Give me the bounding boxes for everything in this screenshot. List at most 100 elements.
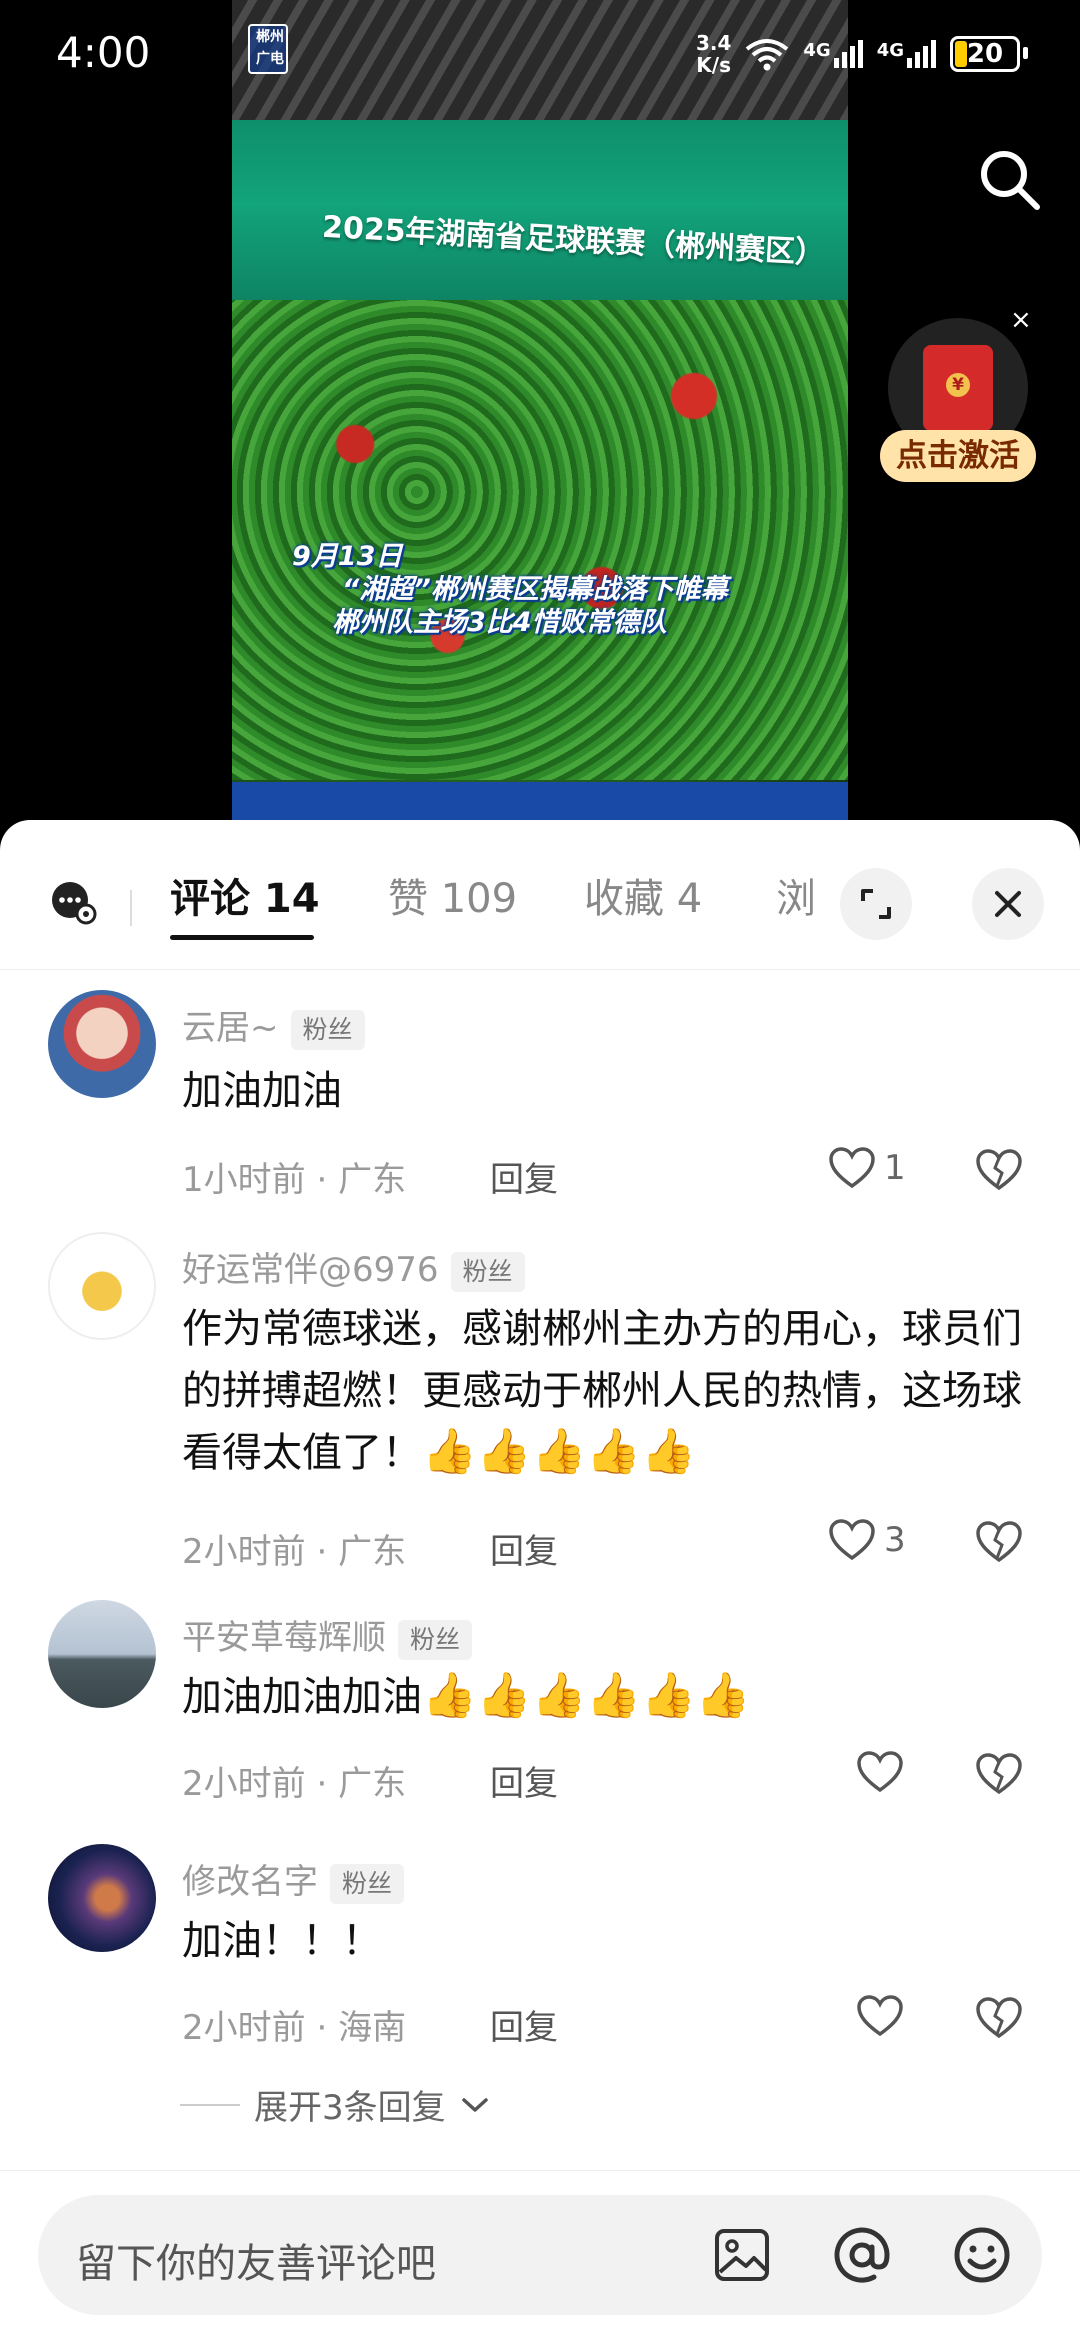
broken-heart-icon[interactable] — [975, 1996, 1023, 2040]
video-caption: 9月13日 “湘超”郴州赛区揭幕战落下帷幕 郴州队主场3比4惜败常德队 — [292, 540, 728, 639]
status-bar: 4:00 3.4 K/s 4G 4G 20 — [0, 0, 1080, 110]
status-time: 4:00 — [56, 28, 151, 77]
comment-meta: 2小时前 · 广东 — [182, 1532, 407, 1572]
tabs-bar: 评论 14 赞 109 收藏 4 浏 — [0, 820, 1080, 970]
tab-views[interactable]: 浏 — [776, 866, 816, 924]
broken-heart-icon[interactable] — [975, 1148, 1023, 1192]
comment-author[interactable]: 好运常伴@6976 粉丝 — [182, 1242, 525, 1292]
comment-location: 广东 — [338, 1160, 407, 1200]
fan-badge: 粉丝 — [330, 1863, 405, 1904]
banner-text: 2025年湖南省足球联赛（郴州赛区） — [321, 209, 826, 272]
red-envelope-icon — [923, 345, 993, 431]
comment-sheet: 评论 14 赞 109 收藏 4 浏 云居~ 粉丝 加油加油 1小时前 · 广东… — [0, 820, 1080, 2340]
reply-button[interactable]: 回复 — [490, 1524, 558, 1573]
expand-replies-button[interactable]: 展开3条回复 — [180, 2080, 490, 2129]
signal-bars-icon — [833, 40, 863, 68]
like-button[interactable] — [856, 1994, 912, 2038]
heart-icon — [829, 1519, 875, 1561]
emoji-button[interactable] — [950, 2223, 1014, 2287]
author-name[interactable]: 平安草莓辉顺 — [182, 1618, 386, 1658]
tab-comments[interactable]: 评论 14 — [170, 866, 320, 924]
chevron-down-icon — [461, 2097, 488, 2112]
comment-location: 广东 — [338, 1532, 407, 1572]
comment-author[interactable]: 平安草莓辉顺 粉丝 — [182, 1610, 473, 1660]
author-name[interactable]: 好运常伴@6976 — [182, 1250, 439, 1290]
tab-favorites[interactable]: 收藏 4 — [584, 866, 702, 924]
author-name[interactable]: 修改名字 — [182, 1862, 318, 1902]
like-button[interactable] — [856, 1750, 912, 1794]
battery-level: 20 — [950, 36, 1020, 72]
avatar[interactable] — [48, 1844, 156, 1952]
reply-button[interactable]: 回复 — [490, 2000, 558, 2049]
thumbs-up-emojis: 👍👍👍👍👍👍 — [422, 1670, 751, 1721]
battery-icon: 20 — [950, 36, 1028, 72]
image-button[interactable] — [710, 2223, 774, 2287]
expand-icon — [861, 889, 891, 919]
avatar[interactable] — [48, 1232, 156, 1340]
red-packet-label[interactable]: 点击激活 — [880, 430, 1036, 482]
image-icon — [715, 2229, 769, 2281]
comment-meta: 2小时前 · 广东 — [182, 1764, 407, 1804]
comment-text: 加油！！！ — [182, 1918, 382, 1964]
wifi-icon — [746, 39, 789, 71]
comment-text: 加油加油加油👍👍👍👍👍👍 — [182, 1666, 1042, 1728]
tabs-divider — [130, 890, 132, 926]
like-button[interactable]: 3 — [828, 1518, 906, 1562]
net-speed: 3.4 K/s — [696, 32, 731, 76]
broken-heart-icon[interactable] — [975, 1752, 1023, 1796]
tab-likes[interactable]: 赞 109 — [388, 866, 517, 924]
like-count: 3 — [884, 1520, 906, 1560]
fan-badge: 粉丝 — [450, 1251, 525, 1292]
net-speed-value: 3.4 — [695, 31, 732, 55]
reply-button[interactable]: 回复 — [490, 1152, 558, 1201]
comment-meta: 1小时前 · 广东 — [182, 1160, 407, 1200]
tab-active-underline — [170, 935, 314, 940]
comment-text: 作为常德球迷，感谢郴州主办方的用心，球员们的拼搏超燃！更感动于郴州人民的热情，这… — [182, 1298, 1042, 1484]
mention-button[interactable] — [830, 2223, 894, 2287]
emoji-icon — [954, 2227, 1010, 2283]
broken-heart-icon[interactable] — [975, 1520, 1023, 1564]
net-speed-unit: K/s — [696, 53, 732, 77]
reply-button[interactable]: 回复 — [490, 1756, 558, 1805]
expand-line — [180, 2103, 240, 2106]
caption-line-3: 郴州队主场3比4惜败常德队 — [332, 607, 667, 638]
expand-replies-label[interactable]: 展开3条回复 — [254, 2080, 446, 2129]
signal-2: 4G — [877, 40, 936, 68]
comment-text-body: 加油加油加油 — [182, 1674, 422, 1720]
comment-author[interactable]: 修改名字 粉丝 — [182, 1854, 405, 1904]
comment-input-placeholder[interactable]: 留下你的友善评论吧 — [76, 2231, 436, 2289]
video-bottom-strip — [232, 782, 848, 822]
heart-icon — [829, 1147, 875, 1189]
signal-bars-icon — [907, 40, 936, 68]
comment-settings-icon[interactable] — [48, 876, 98, 926]
expand-sheet-button[interactable] — [840, 868, 912, 940]
comment-time: 1小时前 — [182, 1160, 306, 1200]
fan-badge: 粉丝 — [290, 1009, 365, 1050]
signal-2-label: 4G — [876, 40, 904, 61]
avatar[interactable] — [48, 1600, 156, 1708]
avatar[interactable] — [48, 990, 156, 1098]
close-icon — [995, 891, 1021, 917]
fan-badge: 粉丝 — [398, 1619, 473, 1660]
comment-time: 2小时前 — [182, 1764, 306, 1804]
comment-input[interactable]: 留下你的友善评论吧 — [38, 2195, 1042, 2315]
status-icons: 3.4 K/s 4G 4G 20 — [696, 32, 1028, 76]
comment-text: 加油加油 — [182, 1068, 342, 1114]
stadium-banner: 2025年湖南省足球联赛（郴州赛区） — [232, 120, 848, 330]
at-icon — [834, 2227, 890, 2283]
caption-line-1: 9月13日 — [292, 541, 403, 572]
comment-location: 广东 — [338, 1764, 407, 1804]
caption-line-2: “湘超”郴州赛区揭幕战落下帷幕 — [342, 574, 728, 605]
comment-input-area: 留下你的友善评论吧 — [0, 2170, 1080, 2340]
comment-author[interactable]: 云居~ 粉丝 — [182, 1000, 365, 1050]
signal-1-label: 4G — [803, 40, 831, 61]
search-button[interactable] — [970, 140, 1050, 220]
video-player[interactable]: 2025年湖南省足球联赛（郴州赛区） 郴州广电 9月13日 “湘超”郴州赛区揭幕… — [232, 0, 848, 822]
like-button[interactable]: 1 — [828, 1146, 906, 1190]
red-packet-widget[interactable]: 点击激活 — [880, 318, 1036, 488]
comment-time: 2小时前 — [182, 2008, 306, 2048]
author-name[interactable]: 云居~ — [182, 1008, 279, 1048]
close-sheet-button[interactable] — [972, 868, 1044, 940]
thumbs-up-emojis: 👍👍👍👍👍 — [422, 1426, 696, 1477]
comment-location: 海南 — [338, 2008, 407, 2048]
